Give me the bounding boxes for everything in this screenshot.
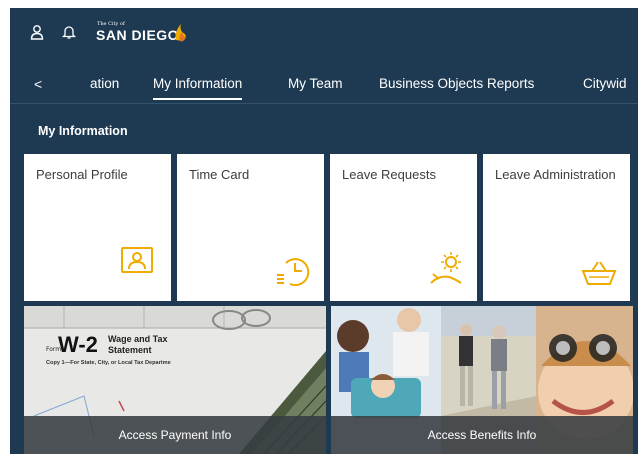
w2-form-title-2: Statement bbox=[108, 345, 152, 355]
tile-title: Personal Profile bbox=[36, 167, 128, 182]
tile-title: Leave Administration bbox=[495, 167, 616, 182]
tabs-back-button[interactable]: < bbox=[34, 76, 42, 92]
basket-icon bbox=[580, 251, 618, 289]
tile-leave-administration[interactable]: Leave Administration bbox=[483, 154, 630, 301]
tab-citywide[interactable]: Citywid bbox=[583, 76, 627, 91]
tile-leave-requests[interactable]: Leave Requests bbox=[330, 154, 477, 301]
city-logo[interactable]: The City of SAN DIEGO bbox=[96, 20, 186, 48]
logo-flame-icon bbox=[175, 24, 186, 42]
user-icon[interactable] bbox=[26, 21, 48, 43]
beach-sun-icon bbox=[427, 249, 465, 287]
section-title: My Information bbox=[38, 124, 128, 138]
bell-icon[interactable] bbox=[58, 21, 80, 43]
w2-form-title-1: Wage and Tax bbox=[108, 334, 168, 344]
w2-form-copy-text: Copy 1—For State, City, or Local Tax Dep… bbox=[46, 360, 171, 366]
tab-my-information[interactable]: My Information bbox=[153, 76, 243, 100]
tile-access-payment-info[interactable]: Form W-2 Wage and Tax Statement Copy 1—F… bbox=[24, 306, 326, 454]
tab-my-team[interactable]: My Team bbox=[288, 76, 343, 91]
tab-bar: < ation My Information My Team Business … bbox=[10, 68, 638, 104]
tile-time-card[interactable]: Time Card bbox=[177, 154, 324, 301]
clock-list-icon bbox=[274, 251, 312, 289]
tile-personal-profile[interactable]: Personal Profile bbox=[24, 154, 171, 301]
tile-title: Time Card bbox=[189, 167, 250, 182]
w2-form-code: W-2 bbox=[58, 332, 98, 357]
tile-access-benefits-info[interactable]: Access Benefits Info bbox=[331, 306, 633, 454]
app-frame: The City of SAN DIEGO < ation My Informa… bbox=[10, 8, 638, 454]
profile-card-icon bbox=[119, 245, 157, 283]
tile-title: Leave Requests bbox=[342, 167, 436, 182]
tile-caption: Access Payment Info bbox=[24, 416, 326, 454]
tab-information-truncated[interactable]: ation bbox=[90, 76, 119, 91]
tile-caption: Access Benefits Info bbox=[331, 416, 633, 454]
shell-header: The City of SAN DIEGO bbox=[10, 8, 638, 60]
logo-text: SAN DIEGO bbox=[96, 27, 180, 43]
tab-business-objects-reports[interactable]: Business Objects Reports bbox=[379, 76, 534, 91]
